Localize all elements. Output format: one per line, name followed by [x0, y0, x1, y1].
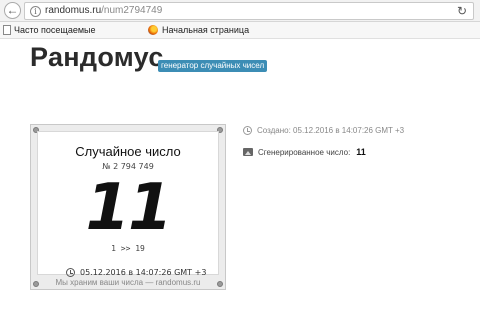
card-datetime: 05.12.2016 в 14:07:26 GMT +3	[66, 268, 206, 277]
back-button[interactable]: ←	[4, 2, 21, 19]
reload-icon[interactable]: ↻	[457, 4, 467, 18]
created-text: Создано: 05.12.2016 в 14:07:26 GMT +3	[257, 126, 405, 135]
card-title: Случайное число	[75, 144, 181, 159]
generated-label: Сгенерированное число:	[258, 147, 351, 157]
random-result: 11	[85, 171, 172, 245]
info-icon[interactable]: i	[30, 6, 41, 17]
site-title[interactable]: Рандомус	[30, 42, 164, 73]
card-footer: Мы храним ваши числа — randomus.ru	[55, 278, 201, 287]
bookmark-label: Часто посещаемые	[14, 25, 96, 35]
result-card: Случайное число № 2 794 749 11 1 >> 19 0…	[30, 124, 226, 290]
image-icon	[243, 148, 253, 156]
generated-value: 11	[356, 147, 366, 157]
page-icon	[3, 25, 11, 35]
browser-toolbar: ← i randomus.ru/num2794749 ↻	[0, 0, 480, 22]
bookmark-label: Начальная страница	[162, 25, 250, 35]
bookmark-most-visited[interactable]: Часто посещаемые	[3, 25, 96, 35]
generated-info: Сгенерированное число: 11	[243, 147, 366, 157]
card-datetime-text: 05.12.2016 в 14:07:26 GMT +3	[80, 268, 207, 277]
url-host: randomus.ru	[45, 5, 102, 16]
site-badge: генератор случайных чисел	[158, 60, 268, 72]
bookmarks-bar: Часто посещаемые Начальная страница	[0, 22, 480, 39]
card-number: № 2 794 749	[102, 162, 154, 171]
firefox-icon	[148, 25, 158, 35]
created-info: Создано: 05.12.2016 в 14:07:26 GMT +3	[243, 126, 404, 135]
clock-icon	[66, 268, 75, 277]
clock-icon	[243, 126, 252, 135]
card-body: Случайное число № 2 794 749 11 1 >> 19 0…	[37, 131, 219, 277]
bookmark-start-page[interactable]: Начальная страница	[148, 25, 249, 35]
url-text: randomus.ru/num2794749	[45, 5, 162, 16]
url-path: /num2794749	[101, 5, 163, 16]
address-bar[interactable]: i randomus.ru/num2794749 ↻	[24, 2, 474, 20]
card-range: 1 >> 19	[111, 244, 145, 253]
